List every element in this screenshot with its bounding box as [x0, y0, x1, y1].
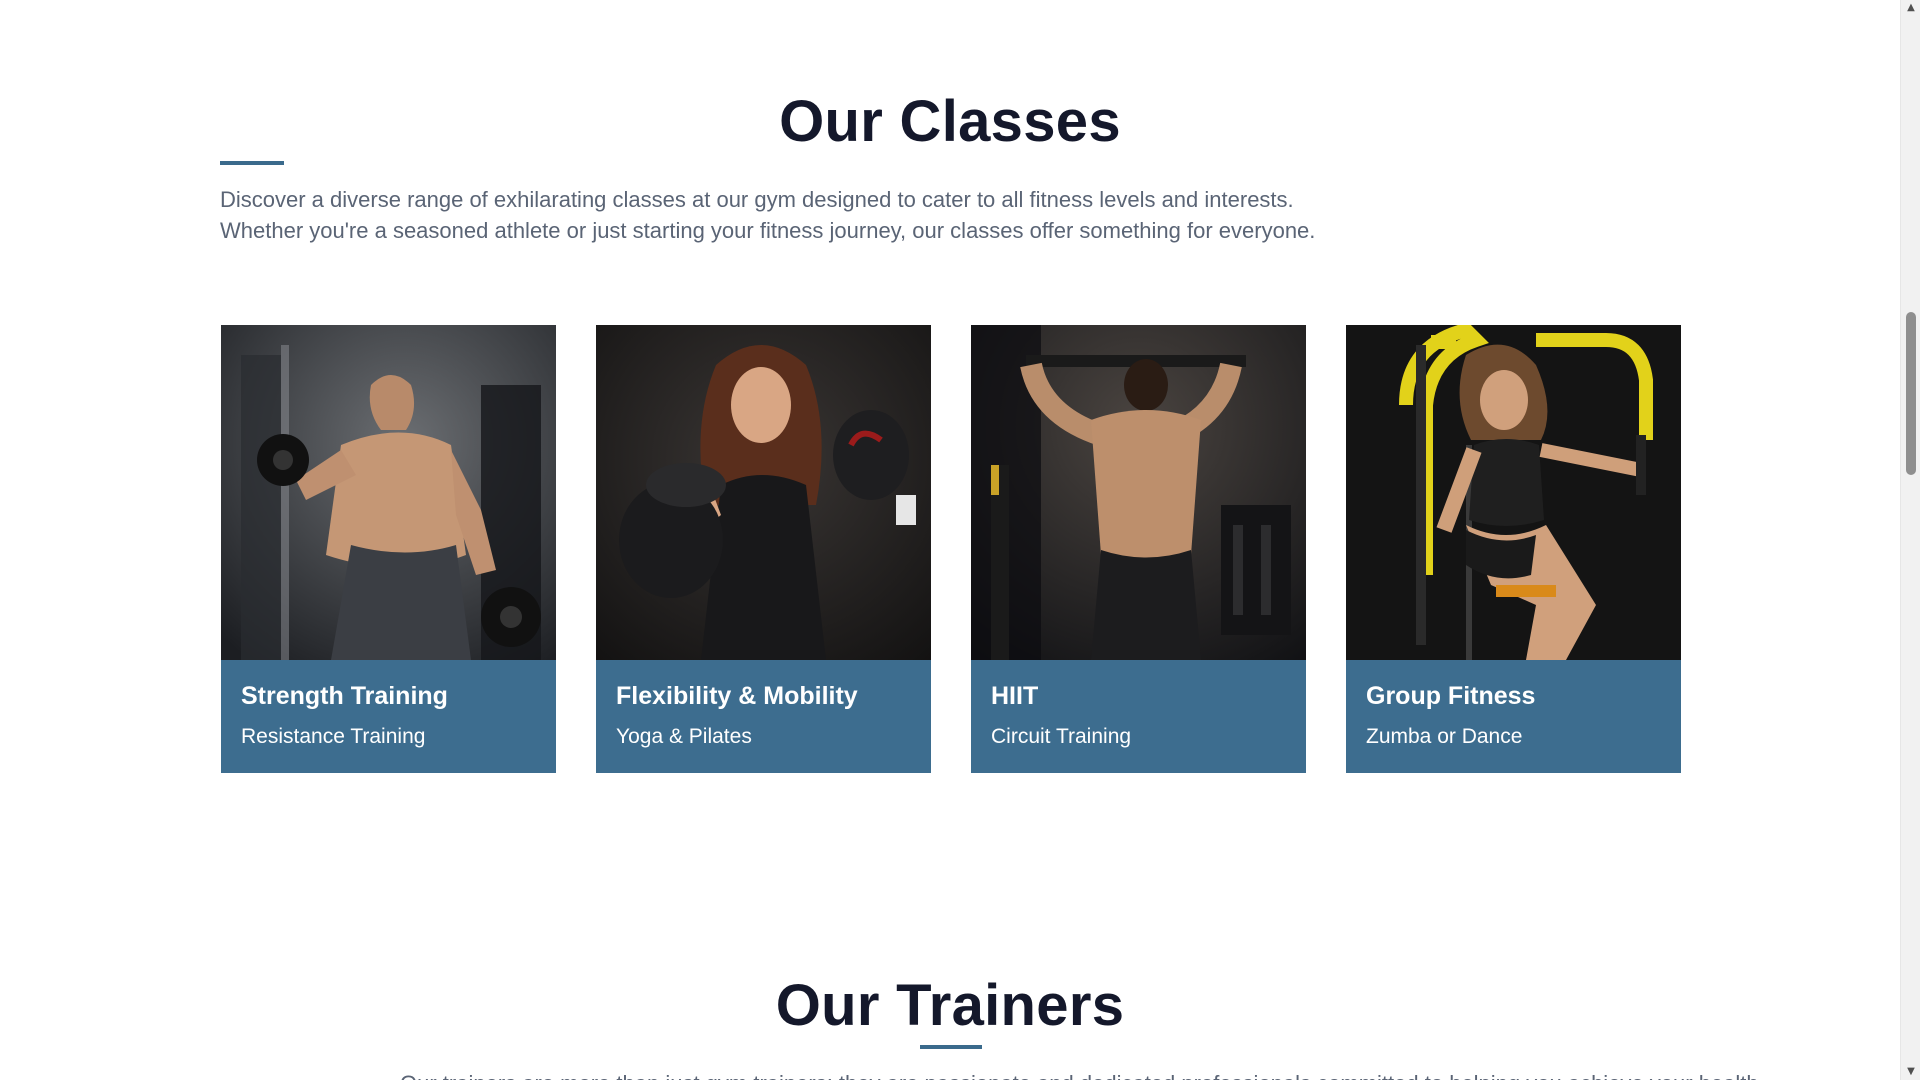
- class-card-title: Strength Training: [241, 682, 448, 710]
- class-card-title: Flexibility & Mobility: [616, 682, 858, 710]
- triangle-up-icon[interactable]: ▲: [1901, 0, 1920, 16]
- class-card-subtitle: Yoga & Pilates: [616, 725, 752, 748]
- class-card-title: Group Fitness: [1366, 682, 1536, 710]
- man-doing-pull-ups-photo: [971, 325, 1306, 660]
- trainers-title-underline: [920, 1045, 982, 1049]
- trainers-intro: Our trainers are more than just gym trai…: [400, 1068, 1759, 1080]
- class-card-flexibility-mobility[interactable]: Flexibility & Mobility Yoga & Pilates: [596, 325, 931, 773]
- classes-intro-line-2: Whether you're a seasoned athlete or jus…: [220, 218, 1316, 243]
- class-card-subtitle: Circuit Training: [991, 725, 1132, 748]
- scrollbar-thumb[interactable]: [1906, 312, 1916, 475]
- class-card-hiit[interactable]: HIIT Circuit Training: [971, 325, 1306, 773]
- class-card-title: HIIT: [991, 682, 1039, 710]
- classes-intro-line-1: Discover a diverse range of exhilarating…: [220, 187, 1294, 212]
- woman-with-boxing-gloves-photo: [596, 325, 931, 660]
- class-card-group-fitness[interactable]: Group Fitness Zumba or Dance: [1346, 325, 1681, 773]
- woman-on-chest-press-machine-photo: [1346, 325, 1681, 660]
- man-lifting-dumbbells-photo: [221, 325, 556, 660]
- class-card-subtitle: Zumba or Dance: [1366, 725, 1523, 748]
- page: Our Classes Discover a diverse range of …: [0, 0, 1920, 1080]
- class-card-subtitle: Resistance Training: [241, 725, 426, 748]
- trainers-section-title: Our Trainers: [775, 973, 1125, 1038]
- classes-intro: Discover a diverse range of exhilarating…: [220, 184, 1420, 246]
- classes-section-title: Our Classes: [779, 89, 1121, 154]
- triangle-down-icon[interactable]: ▼: [1901, 1064, 1920, 1080]
- class-card-strength-training[interactable]: Strength Training Resistance Training: [221, 325, 556, 773]
- vertical-scrollbar[interactable]: ▲ ▼: [1900, 0, 1920, 1080]
- classes-title-underline: [220, 161, 284, 165]
